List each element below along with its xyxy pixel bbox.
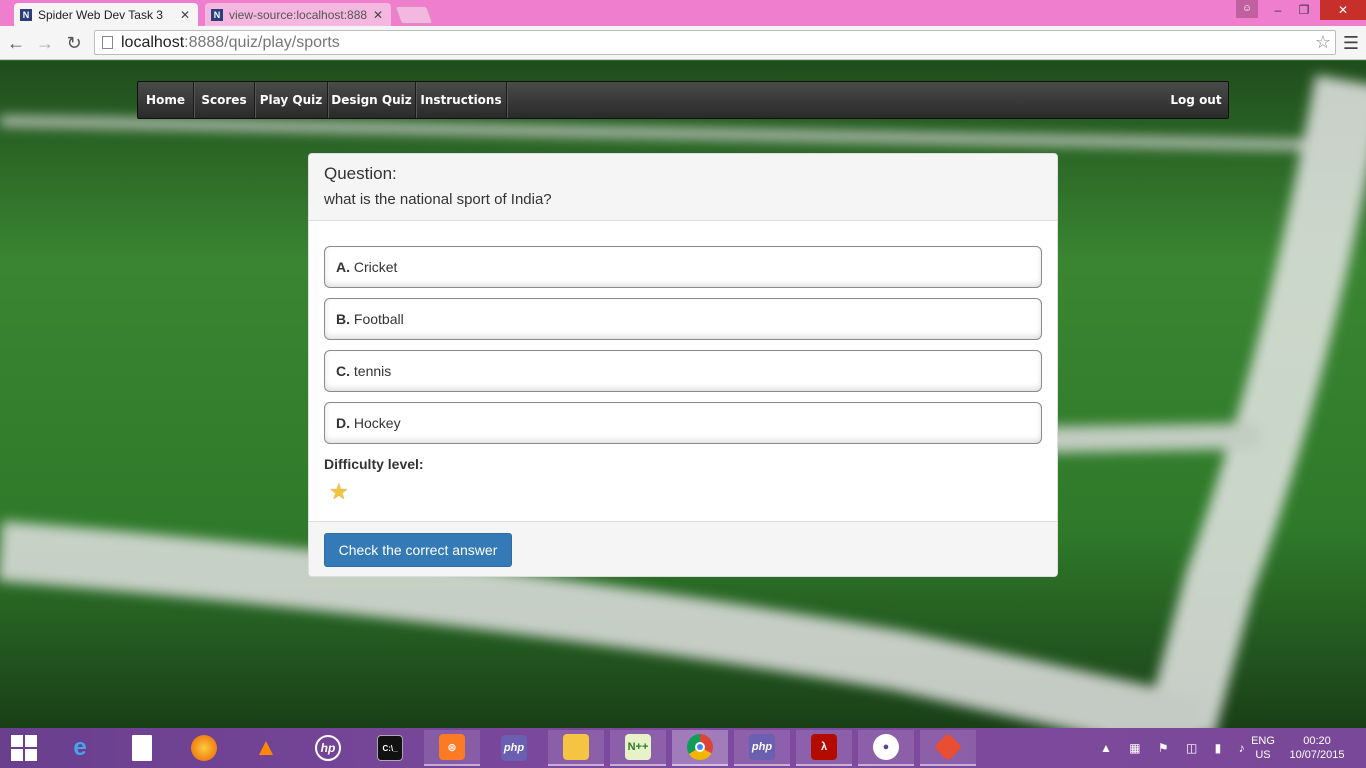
system-clock[interactable]: 00:20 10/07/2015 [1286,734,1348,762]
option-letter: B. [336,311,350,327]
nav-logout[interactable]: Log out [1164,82,1228,118]
tab-title: view-source:localhost:888 [229,7,368,22]
option-c-button[interactable]: C. tennis [324,350,1042,392]
internet-explorer-icon[interactable]: e [52,730,108,766]
question-label: Question: [324,164,397,183]
language-indicator[interactable]: ENG US [1248,734,1278,762]
url-host: localhost [121,34,185,51]
difficulty-star-icon: ★ [329,479,349,504]
tray-icons[interactable]: ▲ ▦ ⚑ ◫ ▮ ♪ [1100,741,1252,755]
language-code: ENG [1251,735,1275,747]
question-heading: Question: what is the national sport of … [309,154,1057,221]
user-profile-icon[interactable]: ☺ [1236,0,1258,18]
git-icon[interactable] [920,730,976,766]
browser-toolbar: ← → ↻ localhost:8888/quiz/play/sports ☆ … [0,26,1366,60]
option-text: Cricket [353,259,398,275]
site-navbar: Home Scores Play Quiz Design Quiz Instru… [137,81,1229,119]
back-arrow-icon[interactable]: ← [4,31,28,55]
option-text: Hockey [353,415,401,431]
hamburger-menu-icon[interactable]: ☰ [1341,31,1361,55]
window-maximize-button[interactable]: ❐ [1292,0,1316,20]
tab-view-source[interactable]: N view-source:localhost:888 ✕ [205,3,391,26]
answer-options: A. Cricket B. Football C. tennis D. Hock… [324,246,1042,454]
reload-icon[interactable]: ↻ [62,31,86,55]
star-icon[interactable]: ☆ [1315,31,1331,54]
new-tab-button[interactable] [394,6,434,24]
browser-titlebar: N Spider Web Dev Task 3 ✕ N view-source:… [0,0,1366,26]
xampp-icon[interactable]: ⊛ [424,730,480,766]
quiz-panel-footer: Check the correct answer [309,521,1057,576]
clock-time: 00:20 [1303,735,1331,747]
region-code: US [1255,749,1271,761]
nav-design-quiz[interactable]: Design Quiz [328,82,416,118]
difficulty-label: Difficulty level: [324,456,424,472]
option-d-button[interactable]: D. Hockey [324,402,1042,444]
option-b-button[interactable]: B. Football [324,298,1042,340]
nav-instructions[interactable]: Instructions [416,82,507,118]
vlc-icon[interactable]: ▲ [238,730,294,766]
hp-icon[interactable]: hp [300,730,356,766]
page-icon [102,36,113,49]
file-icon[interactable] [114,730,170,766]
nav-scores[interactable]: Scores [194,82,255,118]
tab-close-icon[interactable]: ✕ [373,8,383,22]
option-text: Football [353,311,404,327]
github-icon[interactable]: ● [858,730,914,766]
window-minimize-button[interactable]: – [1266,0,1290,20]
tab-spider-web-dev[interactable]: N Spider Web Dev Task 3 ✕ [14,3,198,26]
option-text: tennis [353,363,392,379]
question-text: what is the national sport of India? [324,191,552,208]
option-letter: D. [336,415,350,431]
command-prompt-icon[interactable]: C:\_ [362,730,418,766]
forward-arrow-icon[interactable]: → [33,31,57,55]
url-path: :8888/quiz/play/sports [184,34,340,51]
tab-favicon-icon: N [211,8,223,21]
window-close-button[interactable]: ✕ [1320,0,1366,20]
tab-close-icon[interactable]: ✕ [180,8,190,22]
phpstorm-icon[interactable]: php [734,730,790,766]
windows-taskbar: e ▲ hp C:\_ ⊛ php N++ php λ ● ▲ ▦ ⚑ ◫ ▮ … [0,728,1366,768]
check-answer-button[interactable]: Check the correct answer [324,533,512,567]
page-viewport: Home Scores Play Quiz Design Quiz Instru… [0,61,1366,728]
windows-start-icon[interactable] [6,734,42,762]
clock-date: 10/07/2015 [1289,749,1345,761]
option-letter: C. [336,363,350,379]
firefox-icon[interactable] [176,730,232,766]
nav-play-quiz[interactable]: Play Quiz [255,82,328,118]
quiz-panel: Question: what is the national sport of … [308,153,1058,577]
address-bar[interactable]: localhost:8888/quiz/play/sports ☆ [94,30,1336,55]
option-a-button[interactable]: A. Cricket [324,246,1042,288]
file-explorer-icon[interactable] [548,730,604,766]
chrome-icon[interactable] [672,730,728,766]
tab-favicon-icon: N [20,8,32,21]
nav-home[interactable]: Home [138,82,194,118]
tab-title: Spider Web Dev Task 3 [38,7,163,22]
notepad-plus-plus-icon[interactable]: N++ [610,730,666,766]
phpstorm-icon[interactable]: php [486,730,542,766]
option-letter: A. [336,259,350,275]
acrobat-reader-icon[interactable]: λ [796,730,852,766]
